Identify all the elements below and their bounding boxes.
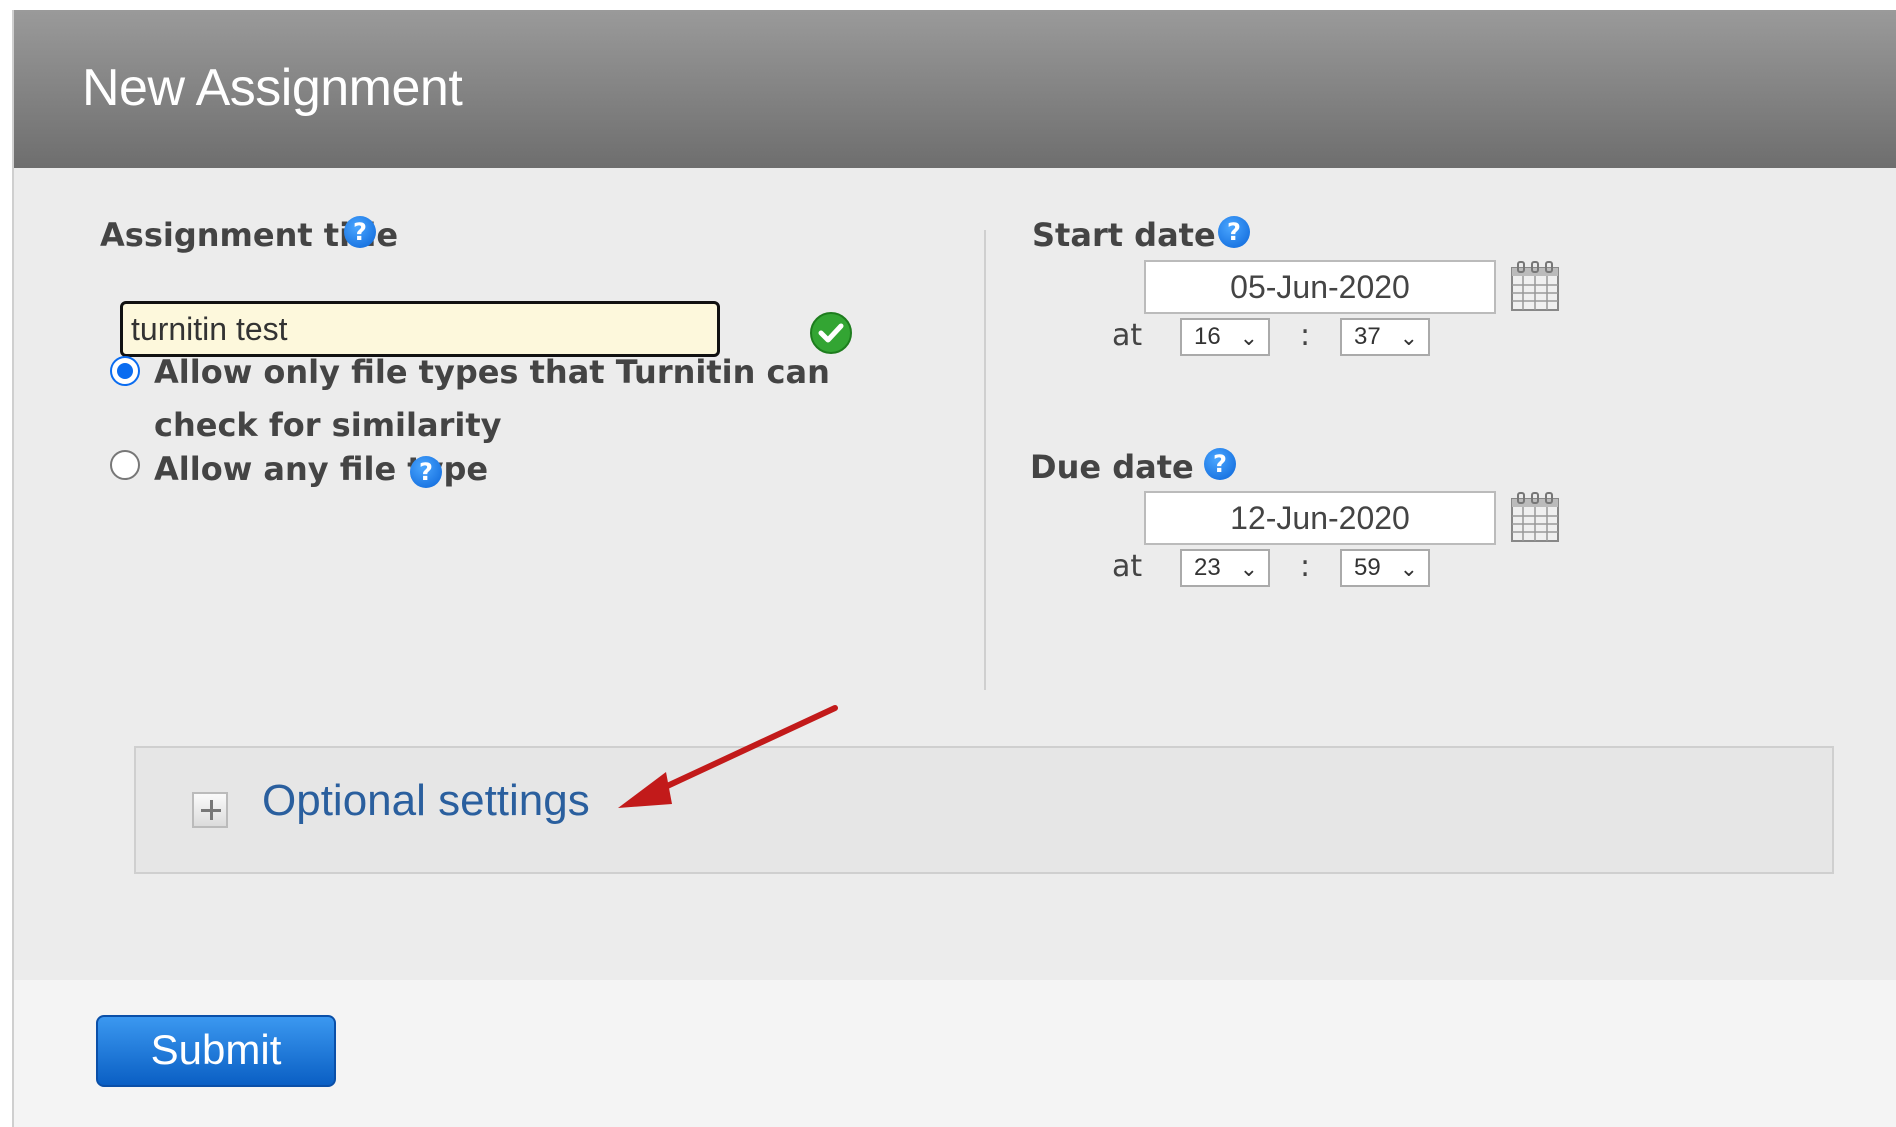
due-time-colon: : [1300,549,1311,584]
main-panel: Assignment title ? Allow only file types… [14,168,1896,980]
radio-turnitin-types[interactable] [110,356,140,386]
dialog-footer: Submit [14,980,1896,1127]
chevron-down-icon: ⌄ [1399,557,1418,582]
start-at-label: at [1112,318,1143,353]
start-hour-select[interactable]: 16 ⌄ [1180,318,1270,356]
optional-settings-link[interactable]: Optional settings [262,776,590,826]
chevron-down-icon: ⌄ [1399,326,1418,351]
dialog-header: New Assignment [14,10,1896,168]
help-icon[interactable]: ? [1218,216,1250,248]
plus-icon[interactable] [192,792,228,828]
column-divider [984,230,986,690]
due-hour-select[interactable]: 23 ⌄ [1180,549,1270,587]
start-hour-value: 16 [1194,323,1221,350]
start-time-colon: : [1300,318,1311,353]
optional-settings-panel[interactable]: Optional settings [134,746,1834,874]
start-minute-value: 37 [1354,323,1381,350]
start-date-label: Start date [1032,216,1216,254]
option-turnitin-types-label: Allow only file types that Turnitin can … [154,346,830,452]
help-icon[interactable]: ? [410,456,442,488]
chevron-down-icon: ⌄ [1239,326,1258,351]
calendar-icon[interactable] [1510,260,1560,312]
due-at-label: at [1112,549,1143,584]
due-hour-value: 23 [1194,554,1221,581]
assignment-dialog: New Assignment Assignment title ? Allow … [12,10,1896,1127]
start-date-input[interactable]: 05-Jun-2020 [1144,260,1496,314]
red-arrow [618,705,838,808]
page-title: New Assignment [82,59,463,117]
due-date-input[interactable]: 12-Jun-2020 [1144,491,1496,545]
due-date-label: Due date [1030,448,1194,486]
submit-button[interactable]: Submit [96,1015,336,1087]
option-line-1: Allow only file types that Turnitin can [154,353,830,391]
due-minute-value: 59 [1354,554,1381,581]
chevron-down-icon: ⌄ [1239,557,1258,582]
help-icon[interactable]: ? [1204,448,1236,480]
help-icon[interactable]: ? [344,216,376,248]
start-minute-select[interactable]: 37 ⌄ [1340,318,1430,356]
radio-any-file-type[interactable] [110,450,140,480]
calendar-icon[interactable] [1510,491,1560,543]
due-minute-select[interactable]: 59 ⌄ [1340,549,1430,587]
